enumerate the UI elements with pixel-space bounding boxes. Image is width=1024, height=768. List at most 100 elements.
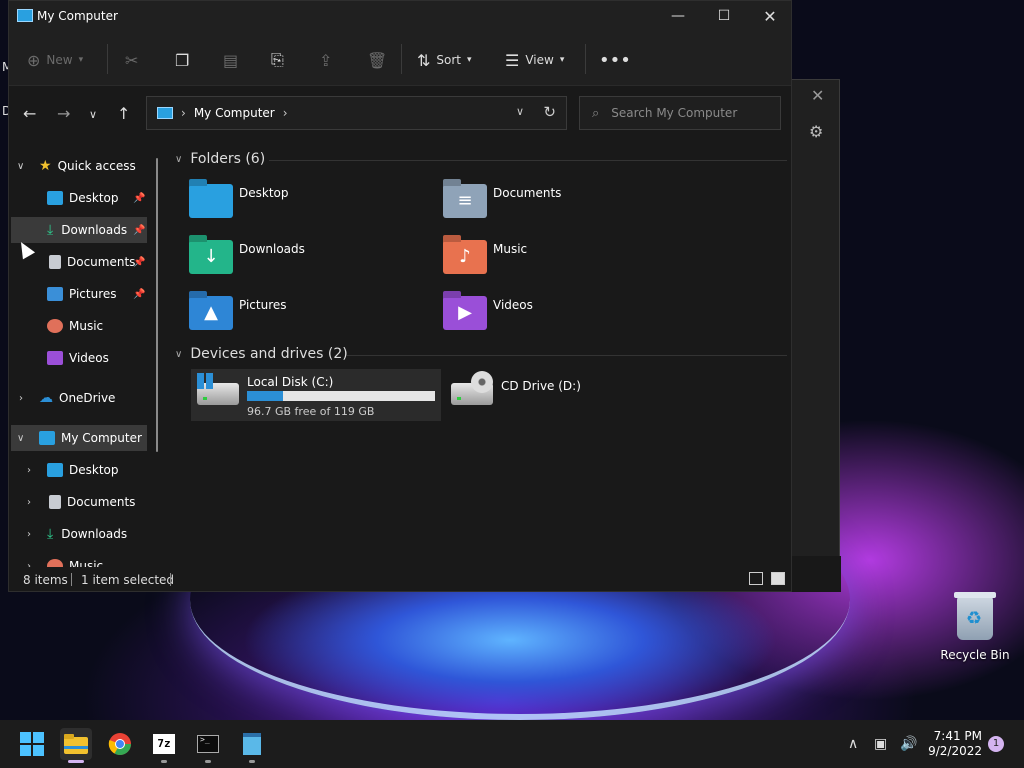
chevron-right-icon[interactable]: ›	[27, 465, 31, 476]
music-folder-icon: ♪	[443, 240, 487, 274]
nav-onedrive[interactable]: › ☁ OneDrive	[9, 385, 149, 411]
folder-pictures[interactable]: ▲ Pictures	[189, 296, 429, 346]
nav-label: Documents	[67, 495, 136, 509]
windows-logo-icon	[20, 732, 44, 756]
title-bar[interactable]: My Computer — ☐ ✕	[9, 1, 791, 32]
clock[interactable]: 7:41 PM 9/2/2022	[926, 729, 982, 759]
share-button[interactable]: ⇪	[319, 49, 332, 71]
drive-cd-d[interactable]: CD Drive (D:)	[445, 369, 625, 421]
chevron-right-icon[interactable]: ›	[27, 529, 31, 540]
recycle-bin-label: Recycle Bin	[940, 648, 1010, 662]
folder-icon	[64, 734, 88, 754]
recycle-bin-shortcut[interactable]: ♻ Recycle Bin	[940, 592, 1010, 662]
show-hidden-icons-button[interactable]: ∧	[848, 736, 858, 752]
nav-pc-desktop[interactable]: › Desktop	[9, 457, 149, 483]
chevron-right-icon[interactable]: ›	[19, 393, 23, 404]
ellipsis-icon: •••	[599, 49, 631, 71]
group-title: Folders (6)	[190, 151, 266, 167]
address-dropdown-icon[interactable]: ∨	[516, 105, 524, 118]
rename-button[interactable]: ⎘	[271, 49, 284, 71]
maximize-button[interactable]: ☐	[701, 1, 747, 32]
window-footer	[791, 556, 841, 592]
chevron-right-icon[interactable]: ›	[27, 497, 31, 508]
nav-qa-videos[interactable]: Videos	[9, 345, 149, 371]
recycle-bin-icon: ♻	[954, 592, 996, 640]
address-bar[interactable]: › My Computer › ∨ ↻	[146, 96, 567, 130]
details-view-button[interactable]	[749, 572, 763, 585]
new-button[interactable]: ⊕ New ▾	[27, 49, 83, 71]
nav-scrollbar[interactable]	[156, 158, 158, 452]
taskbar-notepad[interactable]	[236, 728, 268, 760]
folder-documents[interactable]: ≡ Documents	[443, 184, 683, 234]
nav-qa-music[interactable]: Music	[9, 313, 149, 339]
background-window[interactable]: ✕ ⚙	[790, 79, 841, 592]
download-icon: ⤓	[47, 526, 54, 542]
folder-downloads[interactable]: ↓ Downloads	[189, 240, 429, 290]
delete-button[interactable]: 🗑	[367, 49, 387, 71]
navigation-pane: ∨ ★ Quick access Desktop 📌 ⤓ Downloads 📌…	[9, 142, 167, 567]
nav-pc-downloads[interactable]: › ⤓ Downloads	[9, 521, 149, 547]
cut-button[interactable]: ✂	[125, 49, 138, 71]
back-button[interactable]: ←	[23, 104, 36, 123]
computer-icon	[39, 431, 55, 445]
nav-label: Videos	[69, 351, 109, 365]
taskbar-7zip[interactable]: 7z	[148, 728, 180, 760]
folder-videos[interactable]: ▶ Videos	[443, 296, 683, 346]
chevron-down-icon[interactable]: ∨	[17, 433, 24, 444]
nav-quick-access[interactable]: ∨ ★ Quick access	[9, 153, 149, 179]
refresh-icon[interactable]: ↻	[543, 103, 556, 121]
network-icon[interactable]: ▣	[874, 736, 887, 752]
chevron-right-icon[interactable]: ›	[181, 106, 186, 120]
paste-button[interactable]: ▤	[223, 49, 238, 71]
share-icon: ⇪	[319, 50, 333, 70]
arrow-up-icon: ↑	[117, 104, 131, 123]
nav-qa-pictures[interactable]: Pictures 📌	[9, 281, 149, 307]
sort-button[interactable]: ⇅ Sort ▾	[417, 49, 472, 71]
tiles-view-button[interactable]	[771, 572, 785, 585]
drive-local-c[interactable]: Local Disk (C:) 96.7 GB free of 119 GB	[191, 369, 441, 421]
7zip-icon: 7z	[153, 734, 175, 754]
volume-icon[interactable]: 🔊	[900, 736, 917, 752]
close-button[interactable]: ✕	[747, 1, 793, 32]
chevron-right-icon[interactable]: ›	[283, 106, 288, 120]
up-button[interactable]: ↑	[117, 104, 130, 123]
close-icon[interactable]: ✕	[811, 86, 824, 105]
chevron-down-icon[interactable]: ∨	[17, 161, 24, 172]
taskbar-chrome[interactable]	[104, 728, 136, 760]
view-button[interactable]: ☰ View ▾	[505, 49, 564, 71]
chevron-down-icon: ▾	[559, 55, 565, 65]
notification-badge[interactable]: 1	[988, 736, 1004, 752]
drives-group-header[interactable]: ∨ Devices and drives (2)	[175, 346, 348, 362]
nav-my-computer[interactable]: ∨ My Computer	[11, 425, 147, 451]
nav-qa-downloads[interactable]: ⤓ Downloads 📌	[11, 217, 147, 243]
nav-pc-documents[interactable]: › Documents	[9, 489, 149, 515]
more-options-button[interactable]: •••	[599, 49, 631, 71]
search-box[interactable]: ⌕ Search My Computer	[579, 96, 781, 130]
window-title: My Computer	[37, 9, 118, 23]
minimize-button[interactable]: —	[655, 1, 701, 32]
forward-button[interactable]: →	[57, 104, 70, 123]
music-icon	[47, 559, 63, 567]
scissors-icon: ✂	[125, 50, 139, 70]
gear-icon[interactable]: ⚙	[809, 122, 823, 141]
group-title: Devices and drives (2)	[190, 346, 348, 362]
start-button[interactable]	[16, 728, 48, 760]
running-indicator	[161, 760, 167, 763]
breadcrumb-location[interactable]: My Computer	[194, 106, 275, 120]
status-bar: 8 items 1 item selected	[9, 567, 791, 591]
recent-locations-button[interactable]: ∨	[89, 108, 97, 121]
toolbar-divider	[401, 44, 402, 74]
taskbar-terminal[interactable]: >_	[192, 728, 224, 760]
nav-qa-desktop[interactable]: Desktop 📌	[9, 185, 149, 211]
folders-group-header[interactable]: ∨ Folders (6)	[175, 151, 265, 167]
nav-pc-music[interactable]: › Music	[9, 553, 149, 567]
drive-name: Local Disk (C:)	[247, 375, 334, 389]
search-input[interactable]: Search My Computer	[611, 106, 737, 120]
nav-label: Documents	[67, 255, 136, 269]
taskbar-file-explorer[interactable]	[60, 728, 92, 760]
folder-music[interactable]: ♪ Music	[443, 240, 683, 290]
copy-button[interactable]: ❐	[175, 49, 189, 71]
folder-desktop[interactable]: Desktop	[189, 184, 429, 234]
toolbar-divider	[585, 44, 586, 74]
notepad-icon	[243, 733, 261, 755]
